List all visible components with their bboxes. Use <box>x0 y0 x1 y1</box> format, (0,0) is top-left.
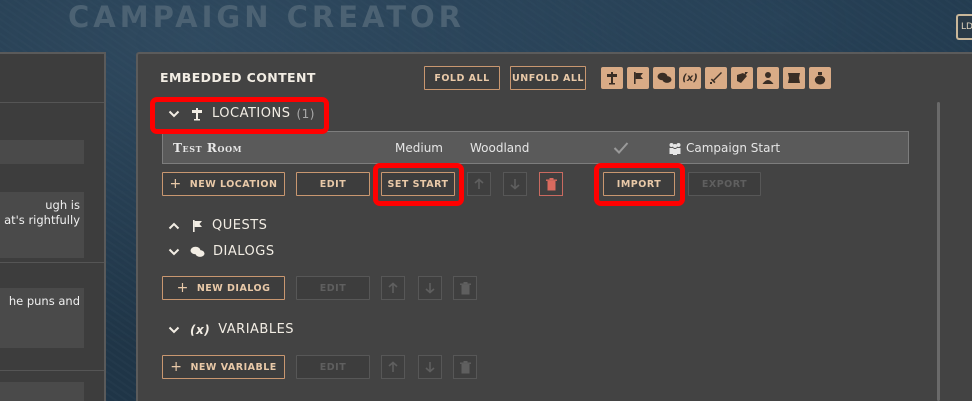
app-title: CAMPAIGN CREATOR <box>68 0 465 34</box>
chevron-down-icon <box>168 248 180 255</box>
scroll-quill-icon[interactable] <box>731 67 753 89</box>
location-row[interactable]: Test Room Medium Woodland Campaign Start <box>162 131 909 164</box>
edit-variable-button[interactable]: EDIT <box>296 355 370 379</box>
highlight-import <box>594 163 685 206</box>
chevron-down-icon <box>168 326 180 333</box>
delete-variable-button[interactable] <box>453 355 477 379</box>
delete-dialog-button[interactable] <box>453 276 477 300</box>
quest-flag-icon[interactable] <box>627 67 649 89</box>
map-icon[interactable] <box>783 67 805 89</box>
campaign-start-marker: Campaign Start <box>668 132 780 164</box>
new-variable-button[interactable]: + NEW VARIABLE <box>162 355 285 379</box>
left-panel-divider <box>0 102 104 103</box>
quest-flag-icon <box>193 219 202 232</box>
new-location-button[interactable]: + NEW LOCATION <box>162 172 285 196</box>
new-dialog-button[interactable]: + NEW DIALOG <box>162 276 285 300</box>
campaign-start-label: Campaign Start <box>686 141 781 155</box>
snippet-line: he puns and <box>8 294 80 308</box>
snippet-line: ugh is <box>45 198 80 212</box>
move-up-button[interactable] <box>381 355 405 379</box>
embedded-content-heading: EMBEDDED CONTENT <box>160 70 316 85</box>
header-corner-button[interactable]: LD <box>956 14 972 40</box>
scrollbar-track[interactable] <box>937 102 940 401</box>
sword-icon[interactable] <box>705 67 727 89</box>
variable-x-icon[interactable]: (x) <box>679 67 701 89</box>
plus-icon: + <box>169 175 182 192</box>
left-panel-divider <box>0 262 104 263</box>
quests-group-toggle[interactable]: QUESTS <box>168 218 267 233</box>
left-panel-bar <box>0 382 84 401</box>
edit-location-button[interactable]: EDIT <box>296 172 370 196</box>
arrow-up-icon <box>388 361 398 372</box>
arrow-down-icon <box>425 362 435 373</box>
edit-dialog-button[interactable]: EDIT <box>296 276 370 300</box>
plus-icon: + <box>176 279 189 296</box>
dialog-bubbles-icon[interactable] <box>653 67 675 89</box>
move-up-button[interactable] <box>381 276 405 300</box>
arrow-up-icon <box>388 282 398 293</box>
variables-label: VARIABLES <box>218 322 295 337</box>
chevron-up-icon <box>168 222 180 229</box>
left-panel-divider <box>0 370 104 371</box>
trash-icon <box>545 177 557 190</box>
signpost-icon[interactable] <box>601 67 623 89</box>
new-dialog-label: NEW DIALOG <box>196 282 271 294</box>
move-down-button[interactable] <box>418 276 442 300</box>
plus-icon: + <box>170 358 183 375</box>
new-location-label: NEW LOCATION <box>189 178 278 190</box>
group-people-icon <box>669 142 681 155</box>
left-panel-bar <box>0 140 84 164</box>
dialogs-label: DIALOGS <box>213 244 275 259</box>
check-icon <box>613 141 629 158</box>
person-icon[interactable] <box>757 67 779 89</box>
move-down-button[interactable] <box>503 172 527 196</box>
move-down-button[interactable] <box>418 355 442 379</box>
new-variable-label: NEW VARIABLE <box>190 361 277 373</box>
arrow-up-icon <box>474 178 484 189</box>
unfold-all-button[interactable]: UNFOLD ALL <box>510 66 586 90</box>
quests-label: QUESTS <box>212 218 268 233</box>
left-panel-snippet: he puns and <box>0 288 84 348</box>
variables-group-toggle[interactable]: (x) VARIABLES <box>168 322 294 337</box>
fold-all-button[interactable]: FOLD ALL <box>424 66 500 90</box>
arrow-down-icon <box>425 283 435 294</box>
highlight-locations <box>150 97 329 134</box>
location-size: Medium <box>395 141 443 155</box>
trash-icon <box>459 281 471 294</box>
dialog-bubbles-icon <box>190 246 205 257</box>
move-up-button[interactable] <box>467 172 491 196</box>
location-name: Test Room <box>173 141 243 155</box>
location-biome: Woodland <box>470 141 530 155</box>
variable-x-icon: (x) <box>190 322 211 337</box>
snippet-line: at's rightfully <box>4 213 80 227</box>
arrow-down-icon <box>510 179 520 190</box>
bag-icon[interactable] <box>809 67 831 89</box>
highlight-set-start <box>373 163 464 206</box>
left-panel-snippet: ugh is at's rightfully <box>0 192 84 258</box>
delete-location-button[interactable] <box>539 172 563 196</box>
dialogs-group-toggle[interactable]: DIALOGS <box>168 244 275 259</box>
export-button[interactable]: EXPORT <box>688 172 761 196</box>
trash-icon <box>459 360 471 373</box>
left-panel: ugh is at's rightfully he puns and <box>0 52 106 401</box>
